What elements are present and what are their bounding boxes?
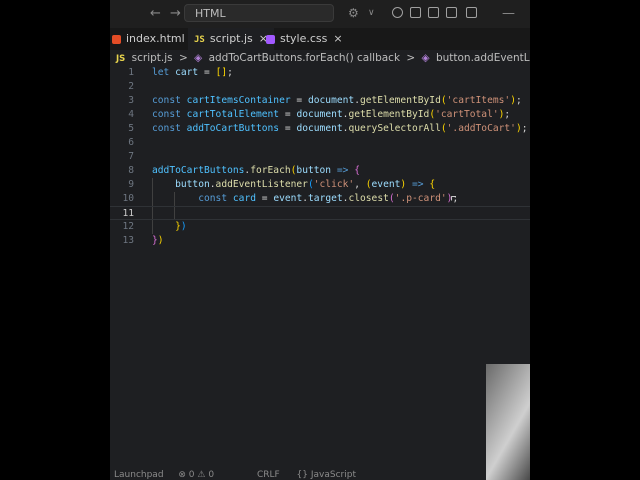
line-number: 4 xyxy=(128,109,134,120)
tab-label: script.js xyxy=(209,32,253,45)
line-text: addToCartButtons.forEach(button => { xyxy=(152,165,360,176)
code-line[interactable]: 4 const cartTotalElement = document.getEl… xyxy=(110,108,530,122)
customize-layout-icon[interactable] xyxy=(466,7,477,18)
code-line[interactable]: 9 button.addEventListener('click', (even… xyxy=(110,178,530,192)
code-line[interactable]: 2 xyxy=(110,80,530,94)
chevron-down-icon[interactable]: ∨ xyxy=(368,8,375,18)
code-line[interactable]: 7 xyxy=(110,150,530,164)
title-bar: ← → HTML ⚙ ∨ — xyxy=(110,0,530,28)
line-number: 3 xyxy=(128,95,134,106)
code-line[interactable]: 5 const addToCartButtons = document.query… xyxy=(110,122,530,136)
arrow-left-icon[interactable]: ← xyxy=(150,6,161,21)
line-text: const cartTotalElement = document.getEle… xyxy=(152,109,511,120)
copilot-icon[interactable]: ⚙ xyxy=(348,6,359,20)
toggle-sidebar-icon[interactable] xyxy=(392,7,403,18)
line-number: 5 xyxy=(128,123,134,134)
tab-label: index.html xyxy=(126,32,185,45)
video-letterbox-right xyxy=(530,0,640,480)
line-number: 11 xyxy=(122,208,134,219)
line-number: 13 xyxy=(122,235,134,246)
status-bar: Launchpad ⊗ 0 ⚠ 0 CRLF {} JavaScript xyxy=(110,470,530,480)
secondary-sidebar-icon[interactable] xyxy=(446,7,457,18)
line-number: 1 xyxy=(128,67,134,78)
panel-icon[interactable] xyxy=(428,7,439,18)
minimize-icon[interactable]: — xyxy=(502,6,515,21)
css-file-icon xyxy=(266,34,275,44)
code-line[interactable]: 13}) xyxy=(110,234,530,248)
launchpad-item[interactable]: Launchpad xyxy=(114,470,164,480)
line-number: 6 xyxy=(128,137,134,148)
line-text: button.addEventListener('click', (event)… xyxy=(175,179,436,190)
webcam-overlay xyxy=(486,364,530,480)
line-number: 12 xyxy=(122,221,134,232)
code-editor-window: ← → HTML ⚙ ∨ — index.html× JSscript.js× … xyxy=(110,0,530,480)
code-line[interactable]: 1 let cart = []; xyxy=(110,66,530,80)
problems-count[interactable]: ⊗ 0 ⚠ 0 xyxy=(178,470,214,480)
close-icon[interactable]: × xyxy=(333,32,342,45)
editor-tabs: index.html× JSscript.js× style.css× xyxy=(110,28,530,50)
line-number: 9 xyxy=(128,179,134,190)
breadcrumb: JS script.js > ◈ addToCartButtons.forEac… xyxy=(110,50,530,66)
breadcrumb-separator: > xyxy=(178,52,188,64)
text-cursor-icon: ⌜ xyxy=(450,195,457,210)
command-center[interactable]: HTML xyxy=(184,4,334,22)
code-line-current[interactable]: 11 xyxy=(110,206,530,220)
js-file-icon: JS xyxy=(194,35,205,45)
line-text: }) xyxy=(152,235,164,246)
code-line[interactable]: 12 }) xyxy=(110,220,530,234)
line-number: 8 xyxy=(128,165,134,176)
line-text: const card = event.target.closest('.p-ca… xyxy=(198,193,459,204)
line-number: 2 xyxy=(128,81,134,92)
line-number: 10 xyxy=(122,193,134,204)
eol-indicator[interactable]: CRLF xyxy=(257,470,280,480)
line-number: 7 xyxy=(128,151,134,162)
tab-script-js[interactable]: JS script.js × xyxy=(188,28,274,50)
tab-style-css[interactable]: style.css × xyxy=(264,28,349,50)
line-text: }) xyxy=(175,221,187,232)
line-text: const cartItemsContainer = document.getE… xyxy=(152,95,522,106)
breadcrumb-separator: > xyxy=(406,52,416,64)
cube-icon: ◈ xyxy=(421,52,430,64)
code-line[interactable]: 6 xyxy=(110,136,530,150)
code-line[interactable]: 8 addToCartButtons.forEach(button => { xyxy=(110,164,530,178)
js-file-icon: JS xyxy=(116,54,126,64)
layout-icon[interactable] xyxy=(410,7,421,18)
html-file-icon xyxy=(112,34,121,44)
line-text: let cart = []; xyxy=(152,67,233,78)
cube-icon: ◈ xyxy=(194,52,203,64)
code-line[interactable]: 10 const card = event.target.closest('.p… xyxy=(110,192,530,206)
line-text: const addToCartButtons = document.queryS… xyxy=(152,123,528,134)
language-mode[interactable]: {} JavaScript xyxy=(297,470,356,480)
arrow-right-icon[interactable]: → xyxy=(170,6,181,21)
breadcrumb-file[interactable]: script.js xyxy=(132,52,173,64)
breadcrumb-foreach-callback[interactable]: addToCartButtons.forEach() callback xyxy=(209,52,400,64)
breadcrumb-listener-callback[interactable]: button.addEventListener('click') callbac… xyxy=(436,52,530,64)
tab-label: style.css xyxy=(280,32,328,45)
code-line[interactable]: 3 const cartItemsContainer = document.get… xyxy=(110,94,530,108)
